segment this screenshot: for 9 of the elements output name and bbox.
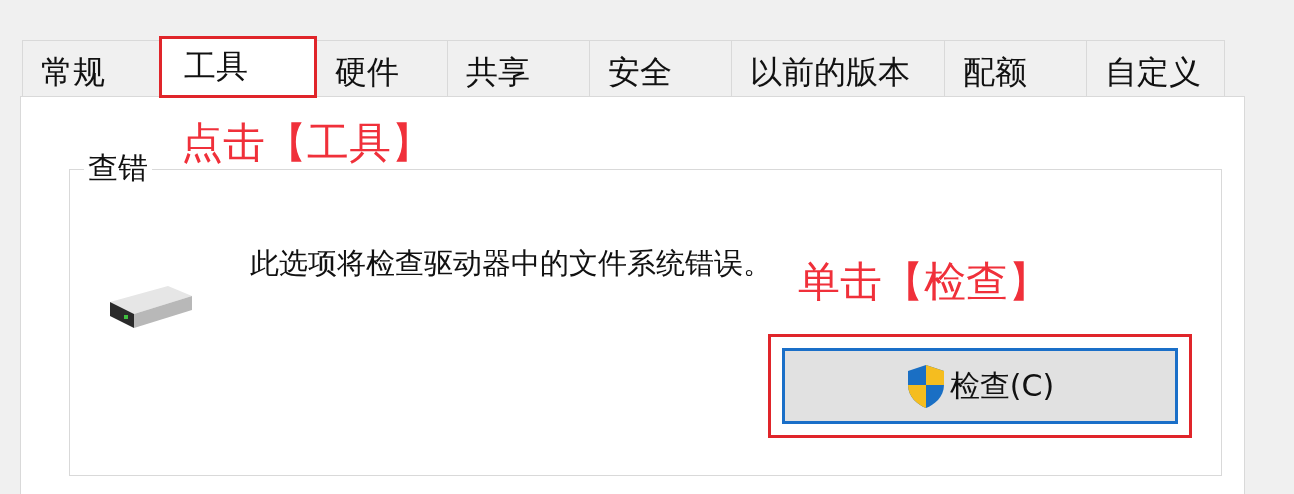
- tab[interactable]: 自定义: [1086, 40, 1225, 96]
- tab[interactable]: 工具: [159, 36, 317, 98]
- description-text: 此选项将检查驱动器中的文件系统错误。: [250, 245, 772, 282]
- annotation-text: 点击【工具】: [181, 117, 433, 169]
- annotation-text: 单击【检查】: [798, 256, 1050, 308]
- drive-icon: [108, 284, 194, 330]
- check-button[interactable]: 检查(C): [782, 348, 1178, 424]
- shield-icon: [905, 363, 946, 409]
- tab[interactable]: 常规: [22, 40, 160, 96]
